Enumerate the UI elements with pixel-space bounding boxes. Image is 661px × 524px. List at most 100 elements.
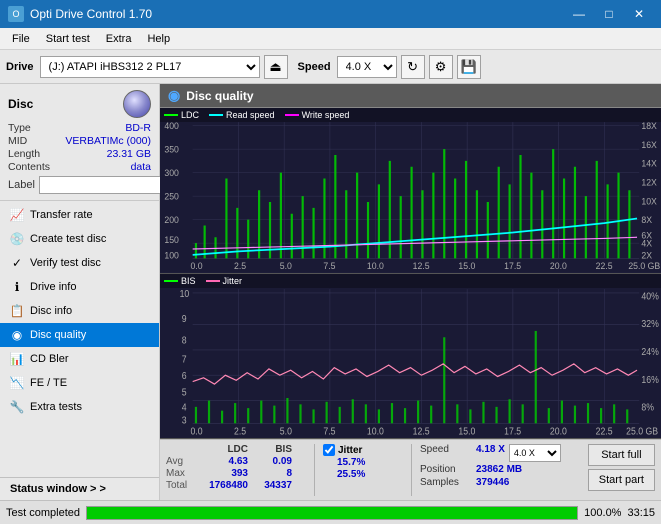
close-button[interactable]: ✕	[625, 4, 653, 24]
menu-start-test[interactable]: Start test	[38, 31, 98, 47]
stats-grid: LDC BIS Avg 4.63 0.09 Max 393 8 Total 17…	[166, 444, 306, 491]
svg-text:100: 100	[164, 250, 179, 260]
svg-text:8%: 8%	[641, 402, 654, 414]
sidebar-item-verify-test-disc[interactable]: ✓ Verify test disc	[0, 251, 159, 275]
read-speed-legend-label: Read speed	[226, 110, 275, 120]
svg-text:17.5: 17.5	[504, 261, 521, 271]
jitter-checkbox[interactable]	[323, 444, 335, 456]
disc-panel: Disc Type BD-R MID VERBATIMc (000) Lengt…	[0, 84, 159, 201]
max-jitter: 25.5%	[323, 469, 403, 480]
disc-label-input[interactable]	[39, 176, 177, 194]
drive-select[interactable]: (J:) ATAPI iHBS312 2 PL17	[40, 56, 260, 78]
disc-quality-panel-title: Disc quality	[186, 89, 253, 103]
bis-legend-label: BIS	[181, 276, 196, 286]
svg-text:25.0 GB: 25.0 GB	[628, 261, 660, 271]
transfer-rate-icon: 📈	[10, 208, 24, 222]
start-full-button[interactable]: Start full	[588, 444, 655, 466]
menu-file[interactable]: File	[4, 31, 38, 47]
nav-items: 📈 Transfer rate 💿 Create test disc ✓ Ver…	[0, 201, 159, 477]
ldc-legend-item: LDC	[164, 110, 199, 120]
disc-quality-icon: ◉	[10, 328, 24, 342]
minimize-button[interactable]: —	[565, 4, 593, 24]
stats-max-row: Max 393 8	[166, 468, 306, 479]
svg-text:4X: 4X	[641, 238, 652, 248]
samples-label: Samples	[420, 477, 472, 488]
sidebar-item-fe-te[interactable]: 📉 FE / TE	[0, 371, 159, 395]
svg-text:7: 7	[182, 354, 187, 366]
bis-legend-color	[164, 280, 178, 282]
svg-text:17.5: 17.5	[504, 426, 521, 438]
stats-headers: LDC BIS	[166, 444, 306, 455]
content-area: ◉ Disc quality LDC Read speed Write spee…	[160, 84, 661, 500]
disc-type-value: BD-R	[125, 122, 151, 134]
svg-text:22.5: 22.5	[596, 261, 613, 271]
svg-text:4: 4	[182, 402, 187, 414]
svg-text:350: 350	[164, 144, 179, 154]
speed-row: Speed 4.18 X 4.0 X	[420, 444, 561, 462]
main-layout: Disc Type BD-R MID VERBATIMc (000) Lengt…	[0, 84, 661, 500]
progress-label: 100.0%	[584, 507, 621, 519]
disc-info-icon: 📋	[10, 304, 24, 318]
bis-col-header: BIS	[252, 444, 292, 455]
position-value: 23862 MB	[476, 464, 522, 475]
sidebar-item-cd-bler[interactable]: 📊 CD Bler	[0, 347, 159, 371]
svg-text:0.0: 0.0	[190, 261, 202, 271]
ldc-legend-label: LDC	[181, 110, 199, 120]
svg-text:2.5: 2.5	[234, 426, 246, 438]
total-label: Total	[166, 480, 198, 491]
eject-button[interactable]: ⏏	[264, 55, 288, 79]
disc-type-row: Type BD-R	[8, 122, 151, 134]
toolbar: Drive (J:) ATAPI iHBS312 2 PL17 ⏏ Speed …	[0, 50, 661, 84]
chart1-svg: 400 350 300 250 200 150 100 18X 16X 14X …	[160, 108, 661, 273]
read-speed-legend-color	[209, 114, 223, 116]
drive-label: Drive	[6, 61, 34, 73]
svg-text:7.5: 7.5	[323, 261, 335, 271]
svg-text:8: 8	[182, 335, 187, 347]
sidebar-item-label: Drive info	[30, 281, 76, 293]
sidebar-item-label: Transfer rate	[30, 209, 93, 221]
chart2-svg: 10 9 8 7 6 5 4 3 40% 32% 24% 16% 8%	[160, 274, 661, 439]
disc-header: Disc	[8, 90, 151, 118]
svg-text:24%: 24%	[641, 346, 659, 358]
refresh-button[interactable]: ↻	[401, 55, 425, 79]
start-part-button[interactable]: Start part	[588, 469, 655, 491]
sidebar-item-label: Create test disc	[30, 233, 106, 245]
svg-text:7.5: 7.5	[323, 426, 335, 438]
progress-bar	[87, 507, 577, 519]
time-label: 33:15	[627, 507, 655, 519]
sidebar-item-drive-info[interactable]: ℹ Drive info	[0, 275, 159, 299]
sidebar-item-transfer-rate[interactable]: 📈 Transfer rate	[0, 203, 159, 227]
sidebar-item-label: Disc quality	[30, 329, 86, 341]
samples-row: Samples 379446	[420, 477, 561, 488]
disc-contents-value: data	[131, 161, 151, 173]
menu-help[interactable]: Help	[139, 31, 178, 47]
avg-jitter: 15.7%	[323, 457, 403, 468]
speed-select[interactable]: 4.0 X	[337, 56, 397, 78]
sidebar-item-disc-quality[interactable]: ◉ Disc quality	[0, 323, 159, 347]
menu-extra[interactable]: Extra	[98, 31, 140, 47]
svg-text:300: 300	[164, 168, 179, 178]
bis-legend-item: BIS	[164, 276, 196, 286]
avg-label: Avg	[166, 456, 198, 467]
sidebar-item-extra-tests[interactable]: 🔧 Extra tests	[0, 395, 159, 419]
svg-text:5.0: 5.0	[280, 426, 292, 438]
save-button[interactable]: 💾	[457, 55, 481, 79]
sidebar-item-disc-info[interactable]: 📋 Disc info	[0, 299, 159, 323]
settings-button[interactable]: ⚙	[429, 55, 453, 79]
maximize-button[interactable]: □	[595, 4, 623, 24]
jitter-legend-item: Jitter	[206, 276, 243, 286]
app-icon: O	[8, 6, 24, 22]
svg-text:200: 200	[164, 215, 179, 225]
svg-text:8X: 8X	[641, 215, 652, 225]
speed-label: Speed	[298, 61, 331, 73]
sidebar-item-create-test-disc[interactable]: 💿 Create test disc	[0, 227, 159, 251]
drive-info-icon: ℹ	[10, 280, 24, 294]
svg-text:15.0: 15.0	[458, 426, 475, 438]
speed-select[interactable]: 4.0 X	[509, 444, 561, 462]
disc-type-label: Type	[8, 122, 31, 134]
svg-text:20.0: 20.0	[550, 426, 567, 438]
action-buttons: Start full Start part	[588, 444, 655, 491]
status-window-button[interactable]: Status window > >	[0, 477, 159, 500]
sidebar-item-label: Disc info	[30, 305, 72, 317]
jitter-header: Jitter	[323, 444, 403, 456]
